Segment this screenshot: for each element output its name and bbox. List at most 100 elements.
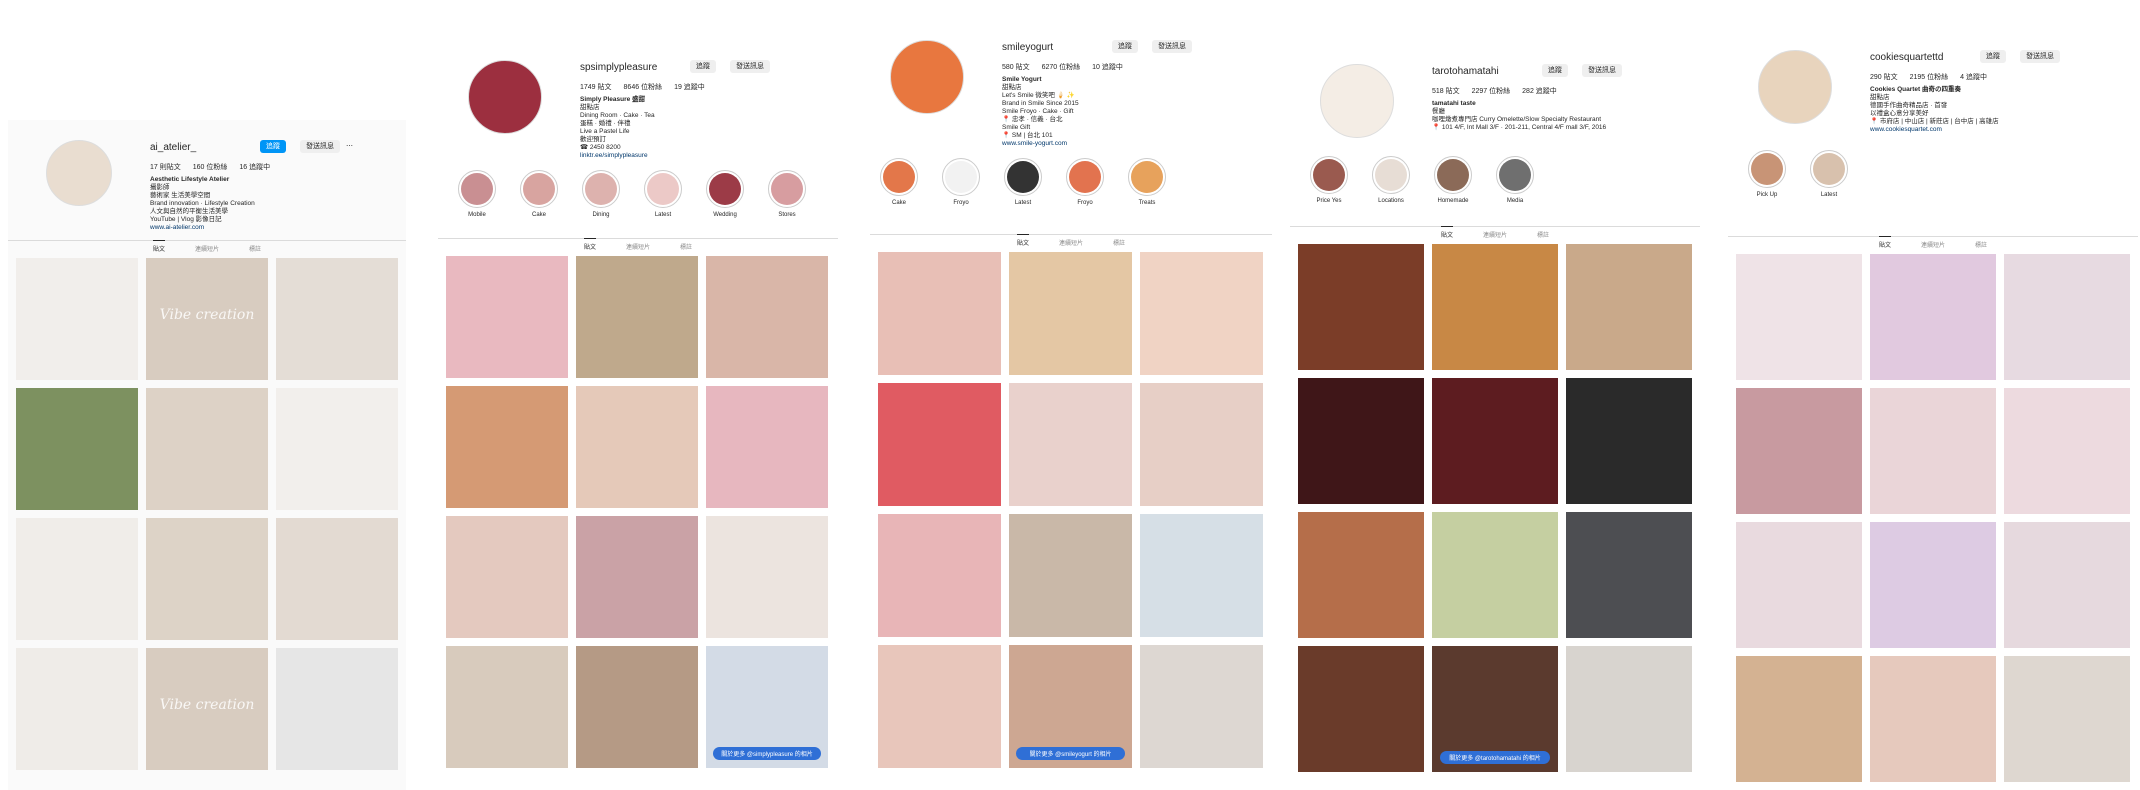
post-thumbnail[interactable] (1736, 656, 1862, 782)
post-thumbnail[interactable] (1566, 512, 1692, 638)
story-highlight[interactable]: Froyo (1066, 158, 1104, 206)
post-thumbnail[interactable] (878, 514, 1001, 637)
stat-0[interactable]: 518 貼文 (1432, 88, 1460, 95)
tab-0[interactable]: 貼文 (1016, 234, 1029, 249)
story-highlight[interactable]: Homemade (1434, 156, 1472, 204)
follow-button[interactable]: 追蹤 (1980, 50, 2006, 63)
story-highlight[interactable]: Mobile (458, 170, 496, 218)
post-thumbnail[interactable] (276, 648, 398, 770)
post-thumbnail[interactable] (2004, 656, 2130, 782)
bio-link[interactable]: linktr.ee/simplypleasure (580, 152, 838, 160)
avatar[interactable] (468, 60, 542, 134)
post-thumbnail[interactable] (16, 258, 138, 380)
post-thumbnail[interactable] (16, 648, 138, 770)
story-highlight[interactable]: Pick Up (1748, 150, 1786, 198)
tab-1[interactable]: 連續短片 (195, 241, 219, 255)
tab-0[interactable]: 貼文 (1440, 226, 1453, 241)
story-highlight[interactable]: Dining (582, 170, 620, 218)
post-thumbnail[interactable]: 關於更多 @smileyogurt 的相片 (1009, 645, 1132, 768)
follow-button[interactable]: 追蹤 (1112, 40, 1138, 53)
post-thumbnail[interactable] (1140, 645, 1263, 768)
post-thumbnail[interactable] (1298, 244, 1424, 370)
story-highlight[interactable]: Price Yes (1310, 156, 1348, 204)
post-thumbnail[interactable] (146, 388, 268, 510)
message-button[interactable]: 發送訊息 (1152, 40, 1192, 53)
post-thumbnail[interactable] (1736, 254, 1862, 380)
story-highlight[interactable]: Froyo (942, 158, 980, 206)
post-thumbnail[interactable] (1566, 646, 1692, 772)
post-thumbnail[interactable] (446, 516, 568, 638)
story-highlight[interactable]: Cake (520, 170, 558, 218)
avatar[interactable] (1758, 50, 1832, 124)
stat-0[interactable]: 290 貼文 (1870, 74, 1898, 81)
see-more-overlay[interactable]: 關於更多 @simplypleasure 的相片 (713, 747, 821, 760)
post-thumbnail[interactable] (1009, 514, 1132, 637)
tab-2[interactable]: 標註 (680, 239, 692, 253)
story-highlight[interactable]: Wedding (706, 170, 744, 218)
stat-0[interactable]: 17 則貼文 (150, 164, 181, 171)
post-thumbnail[interactable] (1298, 378, 1424, 504)
avatar[interactable] (890, 40, 964, 114)
stat-0[interactable]: 580 貼文 (1002, 64, 1030, 71)
story-highlight[interactable]: Locations (1372, 156, 1410, 204)
post-thumbnail[interactable] (446, 386, 568, 508)
stat-1[interactable]: 6270 位粉絲 (1042, 64, 1081, 71)
post-thumbnail[interactable]: 關於更多 @tarotohamatahi 的相片 (1432, 646, 1558, 772)
post-thumbnail[interactable] (1432, 244, 1558, 370)
post-thumbnail[interactable] (706, 256, 828, 378)
bio-link[interactable]: www.cookiesquartet.com (1870, 126, 2130, 134)
tab-2[interactable]: 標註 (249, 241, 261, 255)
story-highlight[interactable]: Stores (768, 170, 806, 218)
stat-2[interactable]: 16 追蹤中 (239, 164, 270, 171)
tab-2[interactable]: 標註 (1975, 237, 1987, 251)
post-thumbnail[interactable] (878, 645, 1001, 768)
tab-2[interactable]: 標註 (1113, 235, 1125, 249)
avatar[interactable] (1320, 64, 1394, 138)
post-thumbnail[interactable] (1870, 522, 1996, 648)
post-thumbnail[interactable] (276, 518, 398, 640)
post-thumbnail[interactable] (1140, 252, 1263, 375)
bio-link[interactable]: www.smile-yogurt.com (1002, 140, 1262, 148)
tab-1[interactable]: 連續短片 (1921, 237, 1945, 251)
post-thumbnail[interactable] (576, 516, 698, 638)
post-thumbnail[interactable] (1009, 252, 1132, 375)
post-thumbnail[interactable] (1870, 656, 1996, 782)
see-more-overlay[interactable]: 關於更多 @tarotohamatahi 的相片 (1439, 751, 1551, 764)
story-highlight[interactable]: Cake (880, 158, 918, 206)
post-thumbnail[interactable] (16, 518, 138, 640)
post-thumbnail[interactable] (1432, 512, 1558, 638)
post-thumbnail[interactable] (1140, 514, 1263, 637)
stat-1[interactable]: 2195 位粉絲 (1910, 74, 1949, 81)
post-thumbnail[interactable] (706, 386, 828, 508)
stat-1[interactable]: 160 位粉絲 (193, 164, 228, 171)
post-thumbnail[interactable] (878, 252, 1001, 375)
avatar[interactable] (46, 140, 112, 206)
stat-2[interactable]: 282 追蹤中 (1522, 88, 1557, 95)
more-options-button[interactable]: ⋯ (340, 140, 359, 153)
post-thumbnail[interactable] (1870, 388, 1996, 514)
post-thumbnail[interactable] (1432, 378, 1558, 504)
post-thumbnail[interactable] (1736, 522, 1862, 648)
tab-0[interactable]: 貼文 (1878, 236, 1891, 251)
post-thumbnail[interactable] (1009, 383, 1132, 506)
tab-1[interactable]: 連續短片 (626, 239, 650, 253)
tab-0[interactable]: 貼文 (583, 238, 596, 253)
story-highlight[interactable]: Latest (644, 170, 682, 218)
message-button[interactable]: 發送訊息 (730, 60, 770, 73)
tab-1[interactable]: 連續短片 (1059, 235, 1083, 249)
post-thumbnail[interactable]: Vibe creation (146, 648, 268, 770)
post-thumbnail[interactable] (2004, 254, 2130, 380)
post-thumbnail[interactable] (878, 383, 1001, 506)
stat-1[interactable]: 2297 位粉絲 (1472, 88, 1511, 95)
post-thumbnail[interactable] (576, 646, 698, 768)
follow-button[interactable]: 追蹤 (260, 140, 286, 153)
tab-0[interactable]: 貼文 (152, 240, 165, 255)
post-thumbnail[interactable] (706, 516, 828, 638)
post-thumbnail[interactable] (1298, 646, 1424, 772)
post-thumbnail[interactable] (1140, 383, 1263, 506)
follow-button[interactable]: 追蹤 (1542, 64, 1568, 77)
story-highlight[interactable]: Treats (1128, 158, 1166, 206)
post-thumbnail[interactable] (576, 256, 698, 378)
post-thumbnail[interactable] (16, 388, 138, 510)
follow-button[interactable]: 追蹤 (690, 60, 716, 73)
